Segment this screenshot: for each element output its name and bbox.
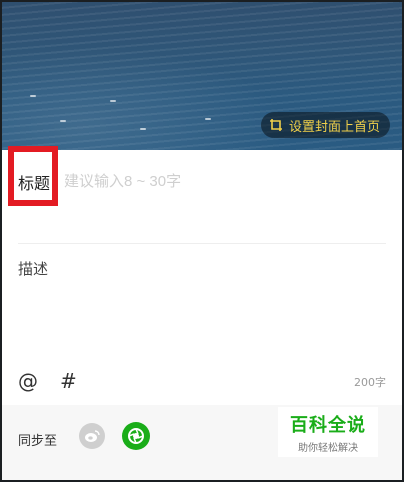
sync-label: 同步至: [18, 434, 58, 449]
sea-glint: [110, 100, 116, 102]
moments-icon[interactable]: [122, 422, 150, 450]
sea-glint: [140, 128, 146, 130]
watermark-title: 百科全说: [290, 414, 366, 436]
weibo-glyph-icon: [85, 430, 100, 442]
description-input[interactable]: [18, 283, 388, 357]
hashtag-icon[interactable]: #: [60, 370, 77, 392]
sea-glint: [205, 118, 211, 120]
editor-toolbar: @ #: [18, 370, 77, 392]
cover-image[interactable]: 设置封面上首页: [0, 0, 404, 150]
watermark-logo: 百科全说 助你轻松解决: [278, 407, 378, 457]
description-label: 描述: [18, 260, 49, 278]
sea-glint: [30, 95, 36, 97]
sea-glint: [60, 120, 66, 122]
crop-icon: [269, 119, 282, 131]
set-cover-button[interactable]: 设置封面上首页: [260, 112, 390, 138]
weibo-icon[interactable]: [79, 423, 105, 449]
mention-icon[interactable]: @: [18, 370, 38, 392]
divider: [18, 243, 386, 244]
aperture-icon: [128, 428, 144, 444]
title-input[interactable]: [62, 168, 386, 194]
char-count: 200字: [354, 376, 386, 389]
title-highlight-box: [8, 146, 58, 206]
title-section: 标题: [0, 150, 404, 245]
watermark-subtitle: 助你轻松解决: [298, 442, 358, 454]
set-cover-label: 设置封面上首页: [288, 119, 380, 135]
